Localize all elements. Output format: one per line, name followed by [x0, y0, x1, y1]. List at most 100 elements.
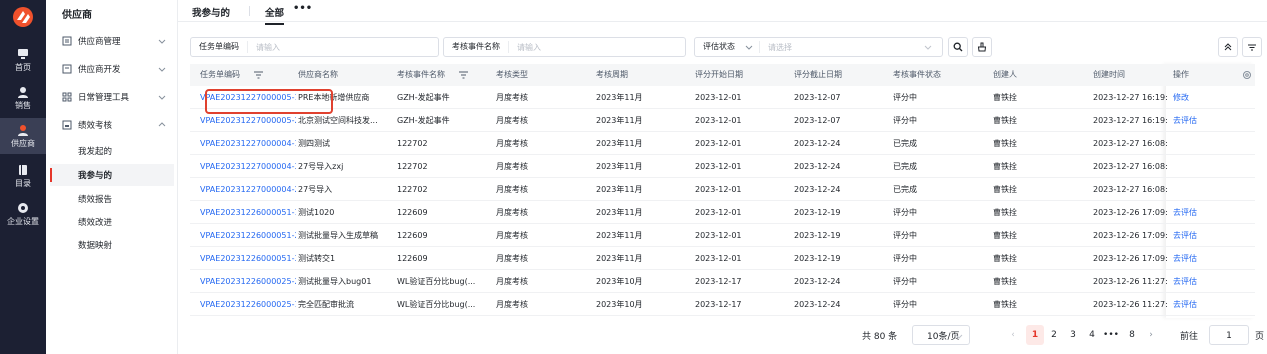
- gear-icon[interactable]: [1242, 70, 1252, 80]
- page-unit-label: 页: [1255, 331, 1265, 342]
- cell-task-code[interactable]: VPAE20231226000051-1: [200, 201, 296, 224]
- sidebar-item-participated[interactable]: 我参与的: [50, 164, 174, 186]
- rail-item-label: 目录: [15, 178, 31, 188]
- rail-item-supplier[interactable]: 供应商: [0, 118, 46, 154]
- table-row[interactable]: VPAE20231227000004-3 27号导入zxj 122702 月度考核 20…: [190, 155, 1255, 178]
- cell-event-name: 122609: [397, 231, 428, 240]
- page-size-select[interactable]: 10条/页: [912, 325, 970, 345]
- rail-item-label: 首页: [15, 62, 31, 72]
- goto-label: 前往: [1180, 331, 1199, 342]
- cell-operation[interactable]: 去评估: [1173, 247, 1243, 270]
- next-page-button[interactable]: ›: [1142, 325, 1160, 345]
- page-1-button[interactable]: 1: [1026, 325, 1044, 345]
- cell-creator: 曹铁拴: [993, 93, 1017, 102]
- cell-event-name: GZH-发起事件: [397, 93, 450, 102]
- cell-event-name: 122609: [397, 208, 428, 217]
- cell-event-name: 122609: [397, 254, 428, 263]
- cell-supplier: 27号导入zxj: [298, 162, 344, 171]
- cell-task-code[interactable]: VPAE20231226000025-1: [200, 293, 296, 316]
- sidebar-item-data-mapping[interactable]: 数据映射: [50, 234, 174, 256]
- cell-task-code[interactable]: VPAE20231226000051-2: [200, 224, 296, 247]
- clear-filter-button[interactable]: [972, 37, 992, 57]
- page-8-button[interactable]: 8: [1123, 325, 1141, 345]
- cell-operation[interactable]: 去评估: [1173, 293, 1243, 316]
- sidebar-item-improvement[interactable]: 绩效改进: [50, 211, 174, 233]
- cell-end-date: 2023-12-19: [794, 208, 841, 217]
- table-row[interactable]: VPAE20231226000025-2 测试批量导入bug01 WL验证百分比bu…: [190, 270, 1255, 293]
- cell-type: 月度考核: [496, 300, 528, 309]
- sidebar-item-initiated[interactable]: 我发起的: [50, 140, 174, 162]
- sidebar-item-supplier-management[interactable]: 供应商管理: [46, 30, 178, 52]
- cell-task-code[interactable]: VPAE20231227000004-2: [200, 178, 296, 201]
- cell-task-code[interactable]: VPAE20231227000004-1: [200, 132, 296, 155]
- cell-end-date: 2023-12-24: [794, 277, 841, 286]
- page-4-button[interactable]: 4: [1083, 325, 1101, 345]
- table-row[interactable]: VPAE20231226000051-2 测试批量导入生成草稿 122609 月度考核…: [190, 224, 1255, 247]
- header-period: 考核周期: [596, 70, 628, 79]
- cell-task-code[interactable]: VPAE20231226000025-2: [200, 270, 296, 293]
- cell-operation[interactable]: 去评估: [1173, 224, 1243, 247]
- table-row[interactable]: VPAE20231227000005-2 北京测试空间科技发... GZH-发起事件…: [190, 109, 1255, 132]
- table-row[interactable]: VPAE20231226000051-1 测试1020 122609 月度考核 2023…: [190, 201, 1255, 224]
- cell-supplier: 测四测试: [298, 139, 330, 148]
- page-2-button[interactable]: 2: [1045, 325, 1063, 345]
- table-row[interactable]: VPAE20231227000005-1 PRE本地新增供应商 GZH-发起事件 月度…: [190, 86, 1255, 109]
- goto-page-input[interactable]: 1: [1209, 325, 1249, 345]
- search-button[interactable]: [948, 37, 968, 57]
- cell-task-code[interactable]: VPAE20231227000004-3: [200, 155, 296, 178]
- tab-divider: [249, 6, 250, 16]
- collapse-filter-button[interactable]: [1218, 37, 1238, 57]
- cell-status: 已完成: [893, 185, 917, 194]
- monitor-icon: [18, 48, 28, 59]
- cell-created-at: 2023-12-26 11:27:: [1093, 277, 1168, 286]
- table-row[interactable]: VPAE20231226000025-1 完全匹配审批流 WL验证百分比bug(..…: [190, 293, 1255, 316]
- person-icon: [18, 86, 28, 98]
- cell-status: 已完成: [893, 162, 917, 171]
- sidebar-item-daily-tools[interactable]: 日常管理工具: [46, 86, 178, 108]
- task-code-filter[interactable]: 任务单编码 请输入: [190, 37, 439, 57]
- sidebar-item-supplier-development[interactable]: 供应商开发: [46, 58, 178, 80]
- rail-item-home[interactable]: 首页: [0, 42, 46, 78]
- cell-period: 2023年11月: [596, 116, 643, 125]
- page-ellipsis[interactable]: •••: [1102, 325, 1120, 345]
- tab-all[interactable]: 全部: [265, 5, 285, 25]
- sidebar-item-label: 日常管理工具: [78, 93, 130, 103]
- cell-operation[interactable]: 去评估: [1173, 270, 1243, 293]
- filter-icon[interactable]: [459, 71, 468, 79]
- cell-type: 月度考核: [496, 139, 528, 148]
- eval-status-filter[interactable]: 评估状态 请选择: [694, 37, 943, 57]
- rail-item-catalog[interactable]: 目录: [0, 158, 46, 194]
- cell-operation[interactable]: 修改: [1173, 86, 1243, 109]
- cell-type: 月度考核: [496, 185, 528, 194]
- cell-period: 2023年11月: [596, 231, 643, 240]
- table-row[interactable]: VPAE20231227000004-2 27号导入 122702 月度考核 2023年…: [190, 178, 1255, 201]
- double-chevron-up-icon: [1224, 43, 1232, 51]
- prev-page-button[interactable]: ‹: [1004, 325, 1022, 345]
- table-row[interactable]: VPAE20231226000051-3 测试转交1 122609 月度考核 2023年…: [190, 247, 1255, 270]
- cell-operation[interactable]: 去评估: [1173, 201, 1243, 224]
- task-code-input[interactable]: 请输入: [248, 42, 280, 53]
- sidebar-item-performance[interactable]: 绩效考核: [46, 114, 178, 136]
- rail-item-settings[interactable]: 企业设置: [0, 196, 46, 232]
- tab-more-button[interactable]: •••: [293, 3, 312, 14]
- tab-participated[interactable]: 我参与的: [192, 5, 230, 19]
- rail-item-sales[interactable]: 销售: [0, 80, 46, 116]
- event-name-input[interactable]: 请输入: [509, 42, 541, 53]
- event-name-filter[interactable]: 考核事件名称 请输入: [443, 37, 686, 57]
- cell-status: 评分中: [893, 208, 917, 217]
- filter-settings-button[interactable]: [1242, 37, 1262, 57]
- table-row[interactable]: VPAE20231227000004-1 测四测试 122702 月度考核 2023年1…: [190, 132, 1255, 155]
- eval-status-select[interactable]: 请选择: [760, 42, 792, 53]
- cell-status: 评分中: [893, 116, 917, 125]
- cell-operation[interactable]: [1173, 132, 1243, 155]
- page-3-button[interactable]: 3: [1064, 325, 1082, 345]
- sidebar-item-report[interactable]: 绩效报告: [50, 188, 174, 210]
- filter-icon[interactable]: [254, 71, 263, 79]
- left-rail: 首页 销售 供应商 目录 企业设置: [0, 0, 46, 354]
- cell-operation[interactable]: 去评估: [1173, 109, 1243, 132]
- cell-operation[interactable]: [1173, 178, 1243, 201]
- cell-task-code[interactable]: VPAE20231226000051-3: [200, 247, 296, 270]
- chevron-down-icon: [158, 39, 166, 44]
- cell-type: 月度考核: [496, 116, 528, 125]
- cell-operation[interactable]: [1173, 155, 1243, 178]
